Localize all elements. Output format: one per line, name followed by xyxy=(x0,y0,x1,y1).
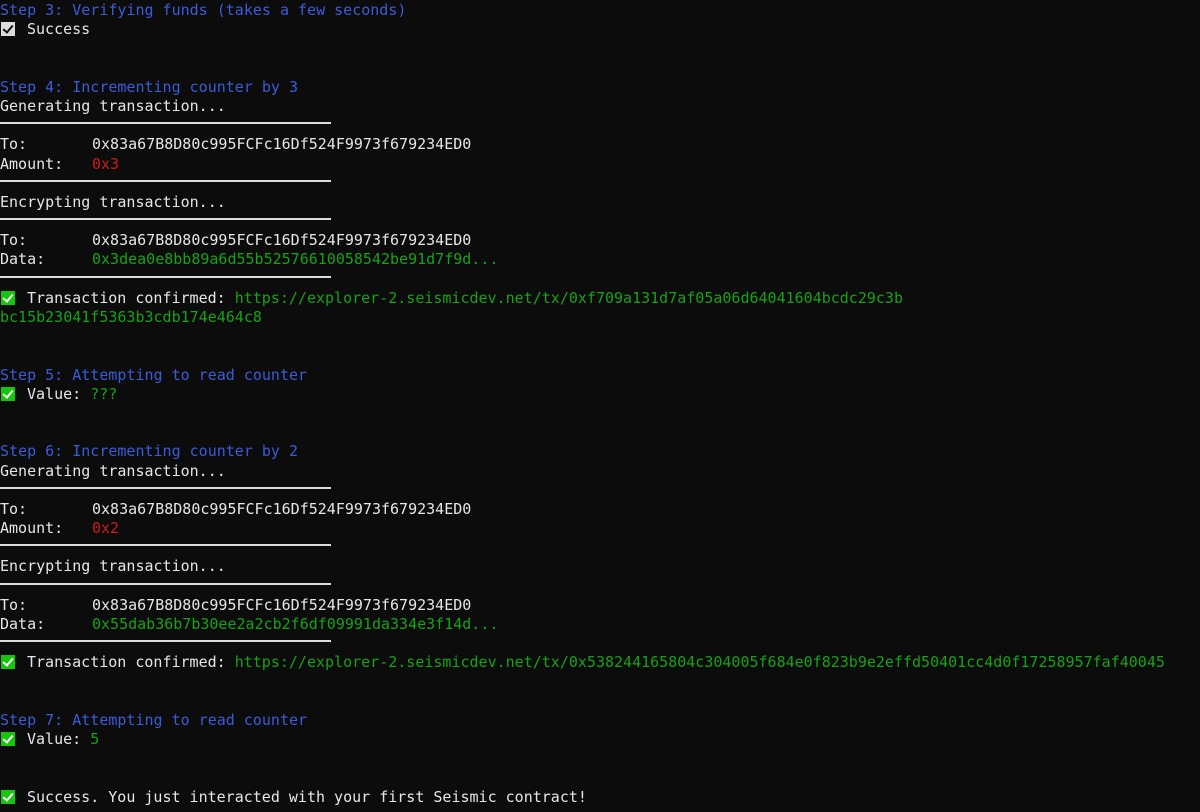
step-5-value-line: Value: ??? xyxy=(0,385,1200,404)
divider xyxy=(0,481,1200,500)
step-4-title: Step 4: Incrementing counter by 3 xyxy=(0,77,299,96)
step-6-title: Step 6: Incrementing counter by 2 xyxy=(0,442,299,461)
step-4-encrypting: Encrypting transaction... xyxy=(0,192,226,211)
to-label: To: xyxy=(0,499,28,518)
step-4-to2-line: To: 0x83a67B8D80c995FCFc16Df524F9973f6792… xyxy=(0,231,1200,250)
step-7-title: Step 7: Attempting to read counter xyxy=(0,710,308,729)
step-5-title: Step 5: Attempting to read counter xyxy=(0,365,308,384)
data-label: Data: xyxy=(0,250,46,269)
transaction-link[interactable]: https://explorer-2.seismicdev.net/tx/0xf… xyxy=(235,289,903,307)
transaction-link[interactable]: https://explorer-2.seismicdev.net/tx/0x5… xyxy=(235,653,1165,671)
check-box-icon xyxy=(1,789,15,804)
confirmed-label: Transaction confirmed: xyxy=(27,288,226,307)
step-4-to-line: To: 0x83a67B8D80c995FCFc16Df524F9973f6792… xyxy=(0,135,1200,154)
to-label: To: xyxy=(0,231,28,250)
data-value: 0x55dab36b7b30ee2a2cb2f6df09991da334e3f1… xyxy=(92,615,499,633)
transaction-link-continuation[interactable]: bc15b23041f5363b3cdb174e464c8 xyxy=(0,308,1200,327)
step-3-result: Success xyxy=(27,20,91,39)
check-box-icon xyxy=(1,386,15,401)
step-6-to-line: To: 0x83a67B8D80c995FCFc16Df524F9973f6792… xyxy=(0,500,1200,519)
divider xyxy=(0,634,1200,653)
counter-value: ??? xyxy=(90,384,118,403)
step-6-amount-line: Amount: 0x2 xyxy=(0,519,1200,538)
step-4-confirmed-line: Transaction confirmed: https://explorer-… xyxy=(0,289,1200,308)
step-4-amount-line: Amount: 0x3 xyxy=(0,155,1200,174)
step-3-result-line: Success xyxy=(0,20,1200,39)
divider xyxy=(0,270,1200,289)
check-box-icon xyxy=(1,22,15,37)
step-3-title: Step 3: Verifying funds (takes a few sec… xyxy=(0,1,407,19)
step-6-to2-line: To: 0x83a67B8D80c995FCFc16Df524F9973f6792… xyxy=(0,596,1200,615)
to-address: 0x83a67B8D80c995FCFc16Df524F9973f679234E… xyxy=(92,499,472,518)
amount-value: 0x2 xyxy=(92,519,120,538)
to-address: 0x83a67B8D80c995FCFc16Df524F9973f679234E… xyxy=(92,231,472,250)
data-value: 0x3dea0e8bb89a6d55b52576610058542be91d7f… xyxy=(92,250,499,269)
terminal-output: Step 3: Verifying funds (takes a few sec… xyxy=(0,1,1200,807)
step-6-confirmed-line: Transaction confirmed: https://explorer-… xyxy=(0,653,1200,672)
step-7-value-line: Value: 5 xyxy=(0,730,1200,749)
counter-value: 5 xyxy=(90,730,100,749)
step-6-encrypting: Encrypting transaction... xyxy=(0,557,226,576)
amount-value: 0x3 xyxy=(92,154,120,173)
to-address: 0x83a67B8D80c995FCFc16Df524F9973f679234E… xyxy=(92,135,472,154)
divider xyxy=(0,577,1200,596)
amount-label: Amount: xyxy=(0,519,64,538)
to-address: 0x83a67B8D80c995FCFc16Df524F9973f679234E… xyxy=(92,595,472,614)
check-box-icon xyxy=(1,732,15,747)
data-label: Data: xyxy=(0,615,46,633)
amount-label: Amount: xyxy=(0,154,64,173)
to-label: To: xyxy=(0,135,28,154)
step-6-data-line: Data: 0x55dab36b7b30ee2a2cb2f6df09991da33… xyxy=(0,615,1200,634)
step-6-generating: Generating transaction... xyxy=(0,461,226,480)
divider xyxy=(0,116,1200,135)
step-4-data-line: Data: 0x3dea0e8bb89a6d55b52576610058542be… xyxy=(0,250,1200,269)
final-message: Success. You just interacted with your f… xyxy=(27,787,587,806)
confirmed-label: Transaction confirmed: xyxy=(27,653,226,672)
value-label: Value: xyxy=(27,384,82,403)
divider xyxy=(0,538,1200,557)
check-box-icon xyxy=(1,290,15,305)
value-label: Value: xyxy=(27,730,82,749)
final-message-line: Success. You just interacted with your f… xyxy=(0,788,1200,807)
to-label: To: xyxy=(0,595,28,614)
divider xyxy=(0,212,1200,231)
step-4-generating: Generating transaction... xyxy=(0,96,226,115)
divider xyxy=(0,174,1200,193)
check-box-icon xyxy=(1,655,15,670)
